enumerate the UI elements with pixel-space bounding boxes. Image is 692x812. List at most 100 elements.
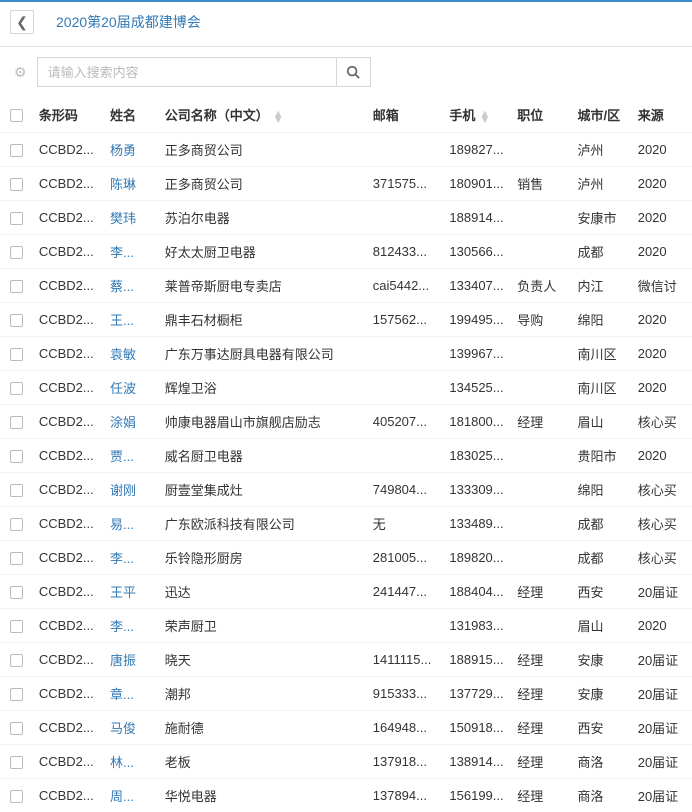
cell-name[interactable]: 陈琳 — [104, 167, 159, 201]
row-checkbox[interactable] — [10, 790, 23, 803]
header-barcode[interactable]: 条形码 — [33, 97, 104, 133]
table-row[interactable]: CCBD2...李...好太太厨卫电器812433...130566...成都2… — [0, 235, 692, 269]
row-select-cell[interactable] — [0, 371, 33, 405]
row-checkbox[interactable] — [10, 314, 23, 327]
header-position[interactable]: 职位 — [511, 97, 571, 133]
table-row[interactable]: CCBD2...袁敏广东万事达厨具电器有限公司139967...南川区2020 — [0, 337, 692, 371]
row-checkbox[interactable] — [10, 280, 23, 293]
search-input[interactable] — [37, 57, 337, 87]
row-checkbox[interactable] — [10, 552, 23, 565]
row-select-cell[interactable] — [0, 201, 33, 235]
row-checkbox[interactable] — [10, 654, 23, 667]
row-select-cell[interactable] — [0, 269, 33, 303]
cell-name[interactable]: 涂娟 — [104, 405, 159, 439]
row-checkbox[interactable] — [10, 246, 23, 259]
table-row[interactable]: CCBD2...杨勇正多商贸公司189827...泸州2020 — [0, 133, 692, 167]
cell-name[interactable]: 袁敏 — [104, 337, 159, 371]
cell-name[interactable]: 章... — [104, 677, 159, 711]
row-checkbox[interactable] — [10, 722, 23, 735]
row-checkbox[interactable] — [10, 450, 23, 463]
select-all-checkbox[interactable] — [10, 109, 23, 122]
sort-icon[interactable]: ▲▼ — [273, 111, 284, 123]
cell-name[interactable]: 易... — [104, 507, 159, 541]
row-checkbox[interactable] — [10, 586, 23, 599]
cell-name[interactable]: 唐振 — [104, 643, 159, 677]
table-row[interactable]: CCBD2...谢刚厨壹堂集成灶749804...133309...绵阳核心买 — [0, 473, 692, 507]
cell-name[interactable]: 贾... — [104, 439, 159, 473]
row-select-cell[interactable] — [0, 507, 33, 541]
table-row[interactable]: CCBD2...任波辉煌卫浴134525...南川区2020 — [0, 371, 692, 405]
table-row[interactable]: CCBD2...李...乐铃隐形厨房281005...189820...成都核心… — [0, 541, 692, 575]
table-row[interactable]: CCBD2...王...鼎丰石材橱柜157562...199495...导购绵阳… — [0, 303, 692, 337]
row-checkbox[interactable] — [10, 382, 23, 395]
table-row[interactable]: CCBD2...樊玮苏泊尔电器188914...安康市2020 — [0, 201, 692, 235]
row-checkbox[interactable] — [10, 756, 23, 769]
row-checkbox[interactable] — [10, 212, 23, 225]
row-checkbox[interactable] — [10, 484, 23, 497]
cell-name[interactable]: 任波 — [104, 371, 159, 405]
select-all-header[interactable] — [0, 97, 33, 133]
header-company[interactable]: 公司名称（中文）▲▼ — [159, 97, 367, 133]
cell-name[interactable]: 王平 — [104, 575, 159, 609]
cell-name[interactable]: 蔡... — [104, 269, 159, 303]
row-select-cell[interactable] — [0, 439, 33, 473]
back-button[interactable]: ❮ — [10, 10, 34, 34]
cell-name[interactable]: 王... — [104, 303, 159, 337]
table-row[interactable]: CCBD2...陈琳正多商贸公司371575...180901...销售泸州20… — [0, 167, 692, 201]
cell-mobile: 183025... — [443, 439, 511, 473]
table-row[interactable]: CCBD2...涂娟帅康电器眉山市旗舰店励志405207...181800...… — [0, 405, 692, 439]
table-row[interactable]: CCBD2...唐振晓天1411115...188915...经理安康20届证 — [0, 643, 692, 677]
header-email[interactable]: 邮箱 — [367, 97, 444, 133]
table-row[interactable]: CCBD2...林...老板137918...138914...经理商洛20届证 — [0, 745, 692, 779]
row-select-cell[interactable] — [0, 779, 33, 812]
row-select-cell[interactable] — [0, 677, 33, 711]
cell-position: 经理 — [511, 711, 571, 745]
row-select-cell[interactable] — [0, 745, 33, 779]
breadcrumb[interactable]: 2020第20届成都建博会 — [56, 12, 201, 32]
row-select-cell[interactable] — [0, 337, 33, 371]
row-checkbox[interactable] — [10, 620, 23, 633]
row-select-cell[interactable] — [0, 133, 33, 167]
table-row[interactable]: CCBD2...贾...威名厨卫电器183025...贵阳市2020 — [0, 439, 692, 473]
row-checkbox[interactable] — [10, 518, 23, 531]
cell-name[interactable]: 杨勇 — [104, 133, 159, 167]
cell-name[interactable]: 李... — [104, 235, 159, 269]
row-select-cell[interactable] — [0, 303, 33, 337]
header-city[interactable]: 城市/区 — [572, 97, 632, 133]
row-select-cell[interactable] — [0, 473, 33, 507]
header-mobile[interactable]: 手机▲▼ — [443, 97, 511, 133]
cell-name[interactable]: 李... — [104, 541, 159, 575]
header-source[interactable]: 来源 — [632, 97, 692, 133]
row-select-cell[interactable] — [0, 711, 33, 745]
cell-name[interactable]: 李... — [104, 609, 159, 643]
sort-icon[interactable]: ▲▼ — [479, 111, 490, 123]
search-button[interactable] — [337, 57, 371, 87]
cell-name[interactable]: 马俊 — [104, 711, 159, 745]
cell-name[interactable]: 林... — [104, 745, 159, 779]
table-row[interactable]: CCBD2...马俊施耐德164948...150918...经理西安20届证 — [0, 711, 692, 745]
row-checkbox[interactable] — [10, 144, 23, 157]
row-select-cell[interactable] — [0, 643, 33, 677]
cell-name[interactable]: 周... — [104, 779, 159, 812]
row-select-cell[interactable] — [0, 405, 33, 439]
cell-name[interactable]: 谢刚 — [104, 473, 159, 507]
row-checkbox[interactable] — [10, 178, 23, 191]
row-select-cell[interactable] — [0, 575, 33, 609]
table-row[interactable]: CCBD2...王平迅达241447...188404...经理西安20届证 — [0, 575, 692, 609]
row-select-cell[interactable] — [0, 235, 33, 269]
gear-icon[interactable]: ⚙ — [14, 64, 27, 81]
row-select-cell[interactable] — [0, 609, 33, 643]
header-name[interactable]: 姓名 — [104, 97, 159, 133]
row-select-cell[interactable] — [0, 541, 33, 575]
table-row[interactable]: CCBD2...易...广东欧派科技有限公司无133489...成都核心买 — [0, 507, 692, 541]
row-checkbox[interactable] — [10, 348, 23, 361]
row-checkbox[interactable] — [10, 416, 23, 429]
cell-position: 经理 — [511, 745, 571, 779]
table-row[interactable]: CCBD2...周...华悦电器137894...156199...经理商洛20… — [0, 779, 692, 812]
row-select-cell[interactable] — [0, 167, 33, 201]
cell-name[interactable]: 樊玮 — [104, 201, 159, 235]
row-checkbox[interactable] — [10, 688, 23, 701]
table-row[interactable]: CCBD2...蔡...莱普帝斯厨电专卖店cai5442...133407...… — [0, 269, 692, 303]
table-row[interactable]: CCBD2...李...荣声厨卫131983...眉山2020 — [0, 609, 692, 643]
table-row[interactable]: CCBD2...章...潮邦915333...137729...经理安康20届证 — [0, 677, 692, 711]
